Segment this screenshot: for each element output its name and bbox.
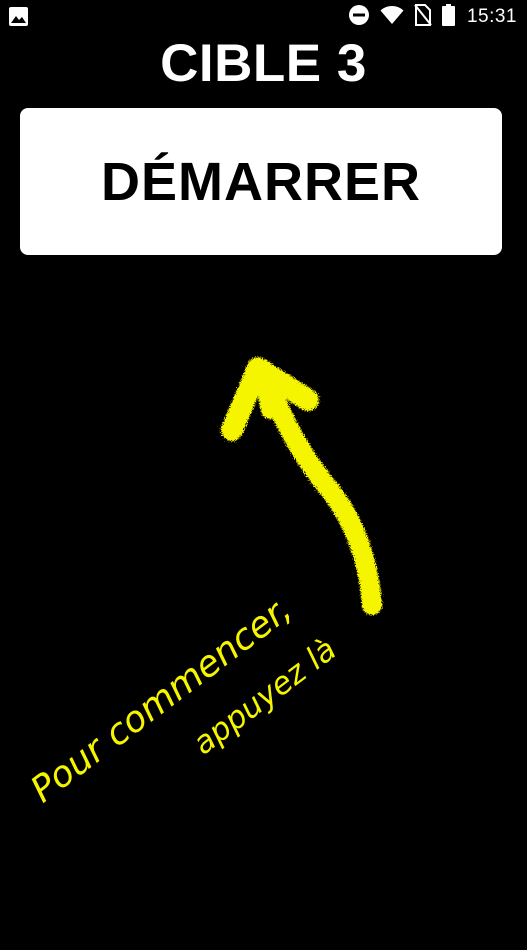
wifi-icon (380, 5, 404, 30)
do-not-disturb-icon (348, 4, 370, 31)
page-title: CIBLE 3 (160, 34, 367, 93)
start-button[interactable]: DÉMARRER (20, 108, 502, 255)
status-bar: 15:31 (0, 0, 527, 34)
status-time: 15:31 (466, 6, 517, 27)
no-sim-icon (414, 3, 432, 31)
status-bar-right: 15:31 (348, 3, 517, 31)
status-bar-left (9, 7, 28, 31)
battery-icon (441, 3, 455, 31)
image-icon (9, 7, 28, 30)
start-button-label: DÉMARRER (100, 151, 421, 212)
